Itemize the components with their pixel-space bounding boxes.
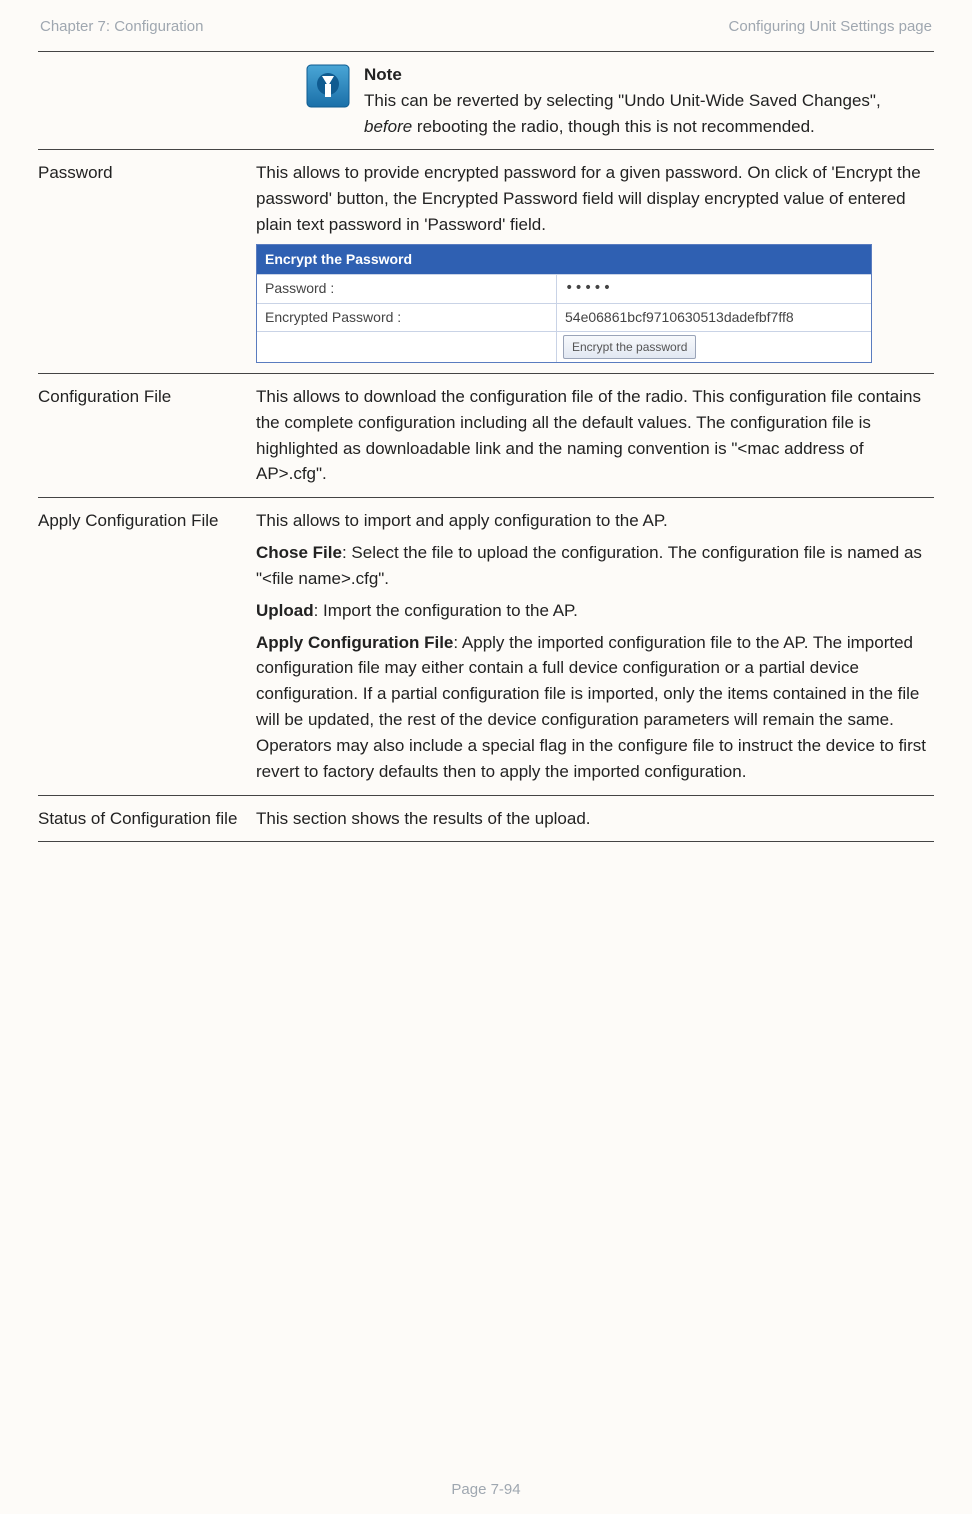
- password-description: This allows to provide encrypted passwor…: [256, 160, 928, 237]
- row-label-status: Status of Configuration file: [38, 795, 256, 842]
- encrypt-panel-title: Encrypt the Password: [257, 245, 871, 274]
- table-row: Note This can be reverted by selecting "…: [38, 52, 934, 150]
- applyconfig-upload: Upload: Import the configuration to the …: [256, 598, 928, 624]
- note-icon: [306, 64, 350, 108]
- table-row: Status of Configuration file This sectio…: [38, 795, 934, 842]
- config-table: Note This can be reverted by selecting "…: [38, 51, 934, 842]
- row-label-applyconfig: Apply Configuration File: [38, 498, 256, 795]
- table-row: Password This allows to provide encrypte…: [38, 150, 934, 374]
- row-label-password: Password: [38, 150, 256, 374]
- table-row: Apply Configuration File This allows to …: [38, 498, 934, 795]
- page-footer: Page 7-94: [0, 1481, 972, 1498]
- encrypt-pw-value[interactable]: •••••: [557, 275, 871, 302]
- status-description: This section shows the results of the up…: [256, 795, 934, 842]
- applyconfig-intro: This allows to import and apply configur…: [256, 508, 928, 534]
- encrypt-button[interactable]: Encrypt the password: [563, 335, 696, 359]
- table-row: Configuration File This allows to downlo…: [38, 374, 934, 498]
- header-chapter: Chapter 7: Configuration: [40, 18, 203, 35]
- encrypt-ep-value: 54e06861bcf9710630513dadefbf7ff8: [557, 304, 871, 331]
- note-body: This can be reverted by selecting "Undo …: [364, 88, 928, 140]
- header-section: Configuring Unit Settings page: [729, 18, 932, 35]
- applyconfig-chosefile: Chose File: Select the file to upload th…: [256, 540, 928, 592]
- applyconfig-apply: Apply Configuration File: Apply the impo…: [256, 630, 928, 785]
- row-label-configfile: Configuration File: [38, 374, 256, 498]
- page-header: Chapter 7: Configuration Configuring Uni…: [38, 18, 934, 51]
- encrypt-ep-label: Encrypted Password :: [257, 304, 557, 331]
- configfile-description: This allows to download the configuratio…: [256, 374, 934, 498]
- encrypt-password-panel: Encrypt the Password Password : ••••• En…: [256, 244, 872, 363]
- note-heading: Note: [364, 62, 928, 88]
- encrypt-pw-label: Password :: [257, 275, 557, 302]
